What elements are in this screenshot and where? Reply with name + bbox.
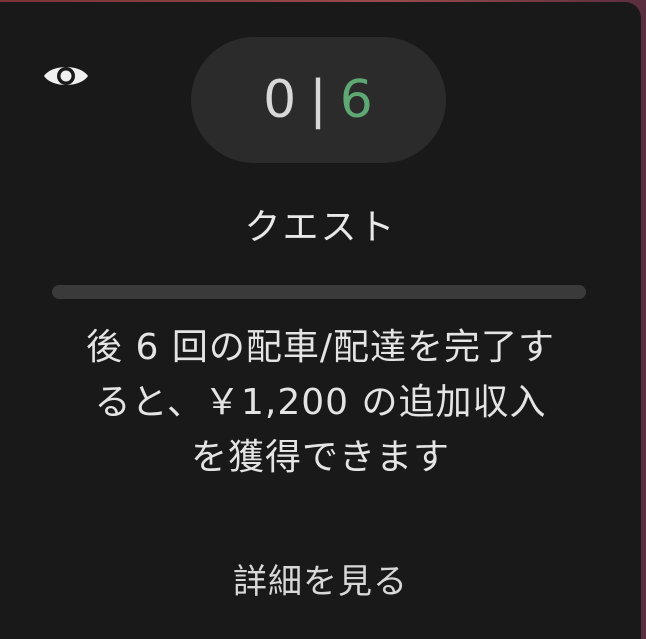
quest-card: 0 | 6 クエスト 後 6 回の配車/配達を完了す ると、￥1,200 の追加… <box>0 2 641 639</box>
progress-counter: 0 | 6 <box>191 37 446 163</box>
counter-total: 6 <box>339 70 374 130</box>
counter-current: 0 <box>263 70 298 130</box>
visibility-toggle-button[interactable] <box>40 54 92 98</box>
quest-description: 後 6 回の配車/配達を完了す ると、￥1,200 の追加収入 を獲得できます <box>30 320 611 485</box>
view-details-link[interactable]: 詳細を見る <box>0 554 641 603</box>
counter-separator: | <box>309 70 328 130</box>
quest-description-line: ると、￥1,200 の追加収入 <box>94 382 547 423</box>
quest-description-line: を獲得できます <box>190 437 450 478</box>
quest-description-line: 後 6 回の配車/配達を完了す <box>86 327 555 368</box>
quest-progress-bar <box>52 285 586 299</box>
quest-title: クエスト <box>244 207 397 248</box>
eye-icon <box>44 67 88 85</box>
